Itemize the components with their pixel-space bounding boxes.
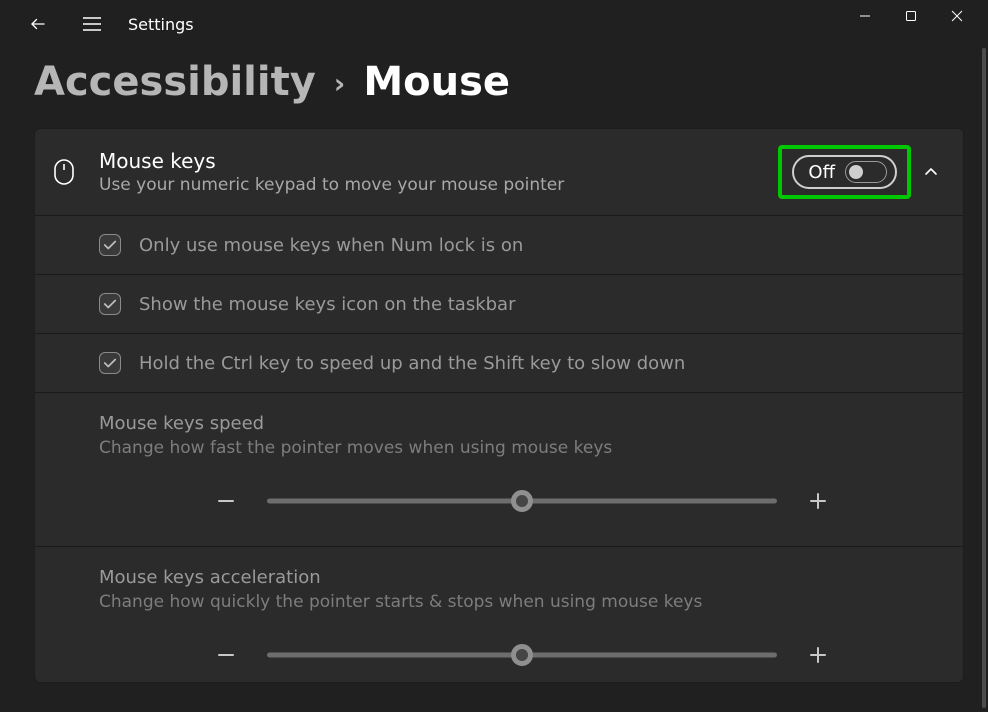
breadcrumb-current: Mouse <box>363 62 510 102</box>
option-taskbar-icon-label: Show the mouse keys icon on the taskbar <box>139 294 515 315</box>
checkbox-taskbar-icon[interactable] <box>99 293 121 315</box>
acceleration-title: Mouse keys acceleration <box>99 567 945 588</box>
option-taskbar-icon-row[interactable]: Show the mouse keys icon on the taskbar <box>35 275 963 333</box>
mouse-keys-toggle-highlight: Off <box>778 145 911 199</box>
speed-increase-button[interactable] <box>801 484 835 518</box>
mouse-keys-toggle[interactable] <box>845 161 887 183</box>
chevron-right-icon: › <box>334 70 346 98</box>
checkbox-ctrl-shift[interactable] <box>99 352 121 374</box>
speed-description: Change how fast the pointer moves when u… <box>99 438 945 458</box>
acceleration-section: Mouse keys acceleration Change how quick… <box>35 547 963 682</box>
chevron-up-icon[interactable] <box>917 158 945 186</box>
checkbox-numlock[interactable] <box>99 234 121 256</box>
speed-section: Mouse keys speed Change how fast the poi… <box>35 393 963 546</box>
speed-slider-thumb[interactable] <box>511 490 533 512</box>
mouse-keys-header[interactable]: Mouse keys Use your numeric keypad to mo… <box>35 129 963 215</box>
mouse-keys-card: Mouse keys Use your numeric keypad to mo… <box>34 128 964 683</box>
option-ctrl-shift-row[interactable]: Hold the Ctrl key to speed up and the Sh… <box>35 334 963 392</box>
acceleration-slider[interactable] <box>267 643 777 667</box>
option-ctrl-shift-label: Hold the Ctrl key to speed up and the Sh… <box>139 353 685 374</box>
mouse-keys-description: Use your numeric keypad to move your mou… <box>99 175 778 195</box>
close-button[interactable] <box>934 0 980 32</box>
scrollbar[interactable] <box>982 48 986 708</box>
content: Mouse keys Use your numeric keypad to mo… <box>0 128 988 683</box>
speed-title: Mouse keys speed <box>99 413 945 434</box>
mouse-icon <box>53 158 93 186</box>
breadcrumb: Accessibility › Mouse <box>0 48 988 128</box>
acceleration-increase-button[interactable] <box>801 638 835 672</box>
option-numlock-row[interactable]: Only use mouse keys when Num lock is on <box>35 216 963 274</box>
window-controls <box>842 0 980 48</box>
acceleration-decrease-button[interactable] <box>209 638 243 672</box>
minimize-button[interactable] <box>842 0 888 32</box>
app-title: Settings <box>128 15 194 34</box>
menu-button[interactable] <box>70 6 114 42</box>
toggle-label: Off <box>808 162 835 183</box>
mouse-keys-title: Mouse keys <box>99 149 778 173</box>
acceleration-slider-thumb[interactable] <box>511 644 533 666</box>
mouse-keys-toggle-container: Off <box>792 155 897 189</box>
option-numlock-label: Only use mouse keys when Num lock is on <box>139 235 523 256</box>
maximize-button[interactable] <box>888 0 934 32</box>
titlebar: Settings <box>0 0 988 48</box>
acceleration-description: Change how quickly the pointer starts & … <box>99 592 945 612</box>
breadcrumb-parent[interactable]: Accessibility <box>34 62 316 102</box>
speed-decrease-button[interactable] <box>209 484 243 518</box>
back-button[interactable] <box>20 6 56 42</box>
speed-slider[interactable] <box>267 489 777 513</box>
